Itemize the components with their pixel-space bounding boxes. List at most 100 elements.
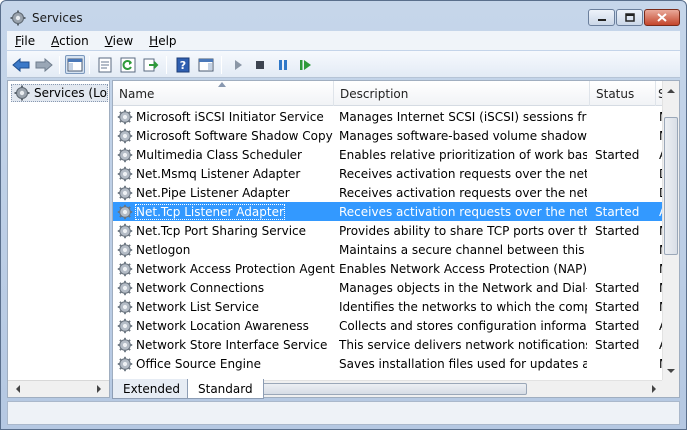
service-status [595,126,657,145]
vertical-scroll-thumb[interactable] [664,117,678,255]
service-gear-icon [117,204,133,219]
service-description: This service delivers network notificati… [339,337,587,352]
service-status: Started [595,299,640,314]
table-row[interactable]: Net.Tcp Listener Adapter Receives activat… [113,202,665,221]
help-button[interactable]: ? [173,55,193,74]
service-description: Receives activation requests over the ne… [339,185,587,200]
table-row[interactable]: Network Connections Manages objects in th… [113,278,665,297]
column-header-description[interactable]: Description [334,81,590,106]
service-name: Network Location Awareness [136,318,309,333]
forward-icon [35,57,53,72]
service-status: Started [595,280,640,295]
column-header-status[interactable]: Status [590,81,656,106]
service-name-cell: Network Connections [117,278,335,297]
show-hide-console-tree-button[interactable] [65,55,85,74]
service-gear-icon [117,337,133,352]
table-row[interactable]: Net.Tcp Port Sharing Service Provides abi… [113,221,665,240]
service-description: Manages Internet SCSI (iSCSI) sessions f… [339,109,587,124]
service-name-cell: Network Access Protection Agent [117,259,335,278]
view-tabs: Extended Standard [112,379,264,399]
table-row[interactable]: Microsoft iSCSI Initiator Service Manages… [113,107,665,126]
service-gear-icon [117,299,133,314]
service-name-cell: Net.Tcp Listener Adapter [117,202,335,221]
menu-action[interactable]: Action [43,34,97,48]
tree-horizontal-scrollbar[interactable] [8,380,109,397]
table-row[interactable]: Netlogon Maintains a secure channel betwe… [113,240,665,259]
service-name: Network List Service [136,299,260,314]
pause-icon [279,59,287,70]
properties-icon [98,57,112,72]
scroll-right-icon[interactable] [646,381,662,397]
back-button[interactable] [11,55,31,74]
restart-service-button[interactable] [296,55,316,74]
service-description: Manages objects in the Network and Dial-… [339,280,587,295]
forward-button[interactable] [34,55,54,74]
service-status [595,164,657,183]
table-row[interactable]: Network Access Protection Agent Enables N… [113,259,665,278]
service-description: Provides ability to share TCP ports over… [339,223,587,238]
tree-item-services-local[interactable]: Services (Loca [11,84,108,102]
title-bar[interactable]: Services [1,1,686,31]
service-name-cell: Network Location Awareness [117,316,335,335]
service-gear-icon [117,280,133,295]
service-name: Network Store Interface Service [136,337,328,352]
tree-item-label: Services (Loca [34,86,107,100]
service-status: Started [595,204,640,219]
svg-text:?: ? [180,59,186,72]
list-vertical-scrollbar[interactable] [662,81,679,381]
table-row[interactable]: Office Source Engine Saves installation f… [113,354,665,373]
menu-file[interactable]: File [7,34,43,48]
menu-bar: File Action View Help [7,31,680,50]
service-name: Microsoft Software Shadow Copy P... [136,128,335,143]
service-gear-icon [117,356,133,371]
menu-help[interactable]: Help [141,34,184,48]
tab-standard[interactable]: Standard [187,379,264,399]
table-row[interactable]: Microsoft Software Shadow Copy P... Manag… [113,126,665,145]
service-name-cell: Network List Service [117,297,335,316]
toolbar: ? [7,51,680,78]
service-name-cell: Microsoft Software Shadow Copy P... [117,126,335,145]
service-gear-icon [117,223,133,238]
service-gear-icon [117,185,133,200]
table-row[interactable]: Multimedia Class Scheduler Enables relati… [113,145,665,164]
table-row[interactable]: Network Location Awareness Collects and s… [113,316,665,335]
table-row[interactable]: Net.Msmq Listener Adapter Receives activa… [113,164,665,183]
export-list-icon [143,58,159,71]
table-row[interactable]: Net.Pipe Listener Adapter Receives activa… [113,183,665,202]
pause-service-button[interactable] [273,55,293,74]
list-header: Name Description Status S [113,81,666,106]
menu-view[interactable]: View [97,34,141,48]
action-pane-button[interactable] [196,55,216,74]
service-status: Started [595,147,640,162]
scroll-right-icon[interactable] [91,381,107,397]
service-name-cell: Multimedia Class Scheduler [117,145,335,164]
console-tree: Services (Loca [7,80,110,398]
close-button[interactable] [644,9,680,26]
service-name: Net.Pipe Listener Adapter [136,185,290,200]
service-name: Office Source Engine [136,356,261,371]
scroll-down-icon[interactable] [663,363,679,379]
start-service-button[interactable] [228,55,248,74]
stop-service-button[interactable] [250,55,270,74]
export-list-button[interactable] [141,55,161,74]
properties-button[interactable] [95,55,115,74]
status-bar [7,401,680,425]
service-name-cell: Microsoft iSCSI Initiator Service [117,107,335,126]
scroll-up-icon[interactable] [663,83,679,99]
play-icon [235,59,242,70]
maximize-button[interactable] [616,9,643,26]
service-name-cell: Net.Msmq Listener Adapter [117,164,335,183]
service-description: Identifies the networks to which the com… [339,299,587,314]
service-name: Net.Msmq Listener Adapter [136,166,301,181]
service-status [595,354,657,373]
tab-extended[interactable]: Extended [112,379,191,399]
table-row[interactable]: Network List Service Identifies the netwo… [113,297,665,316]
scroll-left-icon[interactable] [10,381,26,397]
table-row[interactable]: Network Store Interface Service This serv… [113,335,665,354]
service-description: Maintains a secure channel between this … [339,242,587,257]
service-status [595,183,657,202]
refresh-button[interactable] [118,55,138,74]
scroll-corner [662,380,679,397]
service-name: Net.Tcp Port Sharing Service [136,223,307,238]
minimize-button[interactable] [588,9,615,26]
